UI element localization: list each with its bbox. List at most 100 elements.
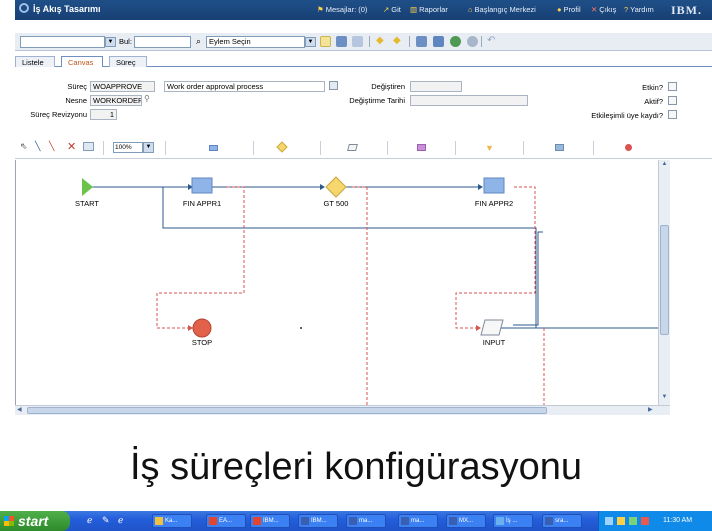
scroll-left-icon[interactable]: ◀ — [17, 406, 22, 413]
tray-icon — [629, 517, 637, 525]
vertical-scrollbar[interactable]: ▲ ▼ — [658, 160, 670, 405]
input-node — [480, 319, 504, 336]
input-node-icon[interactable] — [347, 144, 358, 151]
subprocess-node-icon[interactable]: ▼ — [485, 143, 494, 153]
condition-node-icon[interactable] — [276, 141, 288, 153]
revision-field[interactable]: 1 — [90, 109, 117, 120]
system-tray: 11:30 AM — [598, 511, 712, 531]
taskbar-item[interactable]: IBM... — [298, 514, 338, 528]
deactivate-icon[interactable] — [467, 36, 478, 47]
gt500-node — [325, 176, 347, 198]
connector-input-loop — [513, 231, 543, 326]
changed-date-field[interactable] — [410, 95, 528, 106]
finappr2-node-label: FIN APPR2 — [474, 199, 514, 208]
process-form: Süreç WOAPPROVE Work order approval proc… — [15, 70, 712, 136]
validate-icon[interactable] — [433, 36, 444, 47]
process-description-field[interactable]: Work order approval process — [164, 81, 325, 92]
chevron-down-icon[interactable]: ▼ — [305, 37, 316, 47]
arrow-head — [476, 325, 481, 331]
scroll-right-icon[interactable]: ▶ — [648, 406, 653, 413]
tab-list[interactable]: Listele — [15, 56, 55, 67]
activate-icon[interactable] — [450, 36, 461, 47]
task-node-icon[interactable] — [209, 145, 218, 151]
taskbar-item[interactable]: ma... — [346, 514, 386, 528]
toolbar-divider — [409, 36, 410, 47]
logout-link[interactable]: ✕ Çıkış — [591, 5, 616, 14]
binoculars-icon[interactable]: ⌕ — [196, 36, 201, 47]
select-pointer-icon[interactable]: ⇖ — [20, 141, 28, 152]
chevron-down-icon[interactable]: ▼ — [105, 37, 116, 47]
scroll-down-icon[interactable]: ▼ — [660, 394, 669, 403]
interactive-checkbox[interactable] — [668, 110, 677, 119]
enabled-label: Etkin? — [642, 83, 663, 92]
changed-by-label: Değiştiren — [371, 82, 405, 91]
action-select[interactable]: Eylem Seçin — [206, 36, 305, 48]
arrow-right-icon[interactable]: ◆ — [393, 35, 401, 46]
windows-flag-icon — [4, 516, 14, 526]
grid-icon[interactable] — [416, 36, 427, 47]
interaction-node-icon[interactable] — [417, 144, 426, 151]
positive-line-icon[interactable]: ╲ — [35, 141, 40, 152]
undo-icon[interactable]: ↶ — [487, 35, 495, 46]
toolbar-divider — [369, 36, 370, 47]
quicklaunch-icon[interactable]: ℯ — [118, 515, 123, 526]
tab-process[interactable]: Süreç — [109, 56, 147, 67]
taskbar-item[interactable]: EA... — [206, 514, 246, 528]
clear-icon[interactable] — [352, 36, 363, 47]
doc-icon — [349, 517, 357, 525]
negative-line-icon[interactable]: ╲ — [49, 141, 54, 152]
input-node-label: INPUT — [482, 338, 506, 347]
tab-canvas[interactable]: Canvas — [61, 56, 103, 67]
palette-divider — [593, 141, 594, 155]
stop-node-icon[interactable] — [625, 144, 632, 151]
vertical-scroll-thumb[interactable] — [660, 225, 669, 335]
start-center-link[interactable]: ⌂ Başlangıç Merkezi — [468, 5, 536, 14]
palette-divider — [523, 141, 524, 155]
app-header: İş Akış Tasarımı ⚑ Mesajlar: (0) ↗ Git ▥ Ra… — [15, 0, 712, 20]
goto-link[interactable]: ↗ Git — [383, 5, 401, 14]
horizontal-scrollbar[interactable]: ◀ ▶ — [15, 405, 670, 415]
taskbar-item[interactable]: İş ... — [493, 514, 533, 528]
properties-icon[interactable] — [83, 142, 94, 151]
taskbar-item[interactable]: MX... — [446, 514, 486, 528]
toolbar-divider — [481, 36, 482, 47]
reports-link[interactable]: ▥ Raporlar — [410, 5, 448, 14]
object-field[interactable]: WORKORDER — [90, 95, 142, 106]
doc-icon — [449, 517, 457, 525]
new-icon[interactable] — [320, 36, 331, 47]
chevron-down-icon[interactable]: ▼ — [143, 142, 154, 153]
help-link[interactable]: ? Yardım — [624, 5, 654, 14]
taskbar-item[interactable]: Ka... — [152, 514, 192, 528]
taskbar-item[interactable]: IBM... — [250, 514, 290, 528]
zoom-select[interactable]: 100% — [113, 142, 143, 153]
palette-divider — [455, 141, 456, 155]
record-select[interactable] — [20, 36, 105, 48]
search-icon[interactable]: ⚲ — [144, 94, 150, 103]
enabled-checkbox[interactable] — [668, 82, 677, 91]
toolbar: ▼ Bul: ⌕ Eylem Seçin ▼ ◆ ◆ ↶ — [15, 33, 712, 51]
messages-link[interactable]: ⚑ Mesajlar: (0) — [317, 5, 367, 14]
palette-divider — [320, 141, 321, 155]
delete-icon[interactable]: ✕ — [67, 140, 76, 153]
quicklaunch-icon[interactable]: ✎ — [102, 515, 110, 526]
find-input[interactable] — [134, 36, 191, 48]
workflow-canvas[interactable]: START FIN APPR1 GT 500 FIN APPR2 STOP IN… — [15, 160, 670, 415]
node-palette: ⇖ ╲ ╲ ✕ 100% ▼ ▼ — [15, 139, 712, 159]
wait-node-icon[interactable] — [555, 144, 564, 151]
horizontal-scroll-thumb[interactable] — [27, 407, 547, 414]
changed-by-field[interactable] — [410, 81, 462, 92]
process-field[interactable]: WOAPPROVE — [90, 81, 155, 92]
active-checkbox[interactable] — [668, 96, 677, 105]
doc-icon — [401, 517, 409, 525]
taskbar-item[interactable]: ma... — [398, 514, 438, 528]
taskbar-item[interactable]: sra... — [542, 514, 582, 528]
quicklaunch-ie-icon[interactable]: ℯ — [87, 515, 92, 526]
finappr1-node — [191, 177, 213, 194]
scroll-up-icon[interactable]: ▲ — [660, 161, 669, 170]
home-icon: ⌂ — [468, 5, 473, 14]
arrow-head — [320, 184, 325, 190]
save-icon[interactable] — [336, 36, 347, 47]
arrow-left-icon[interactable]: ◆ — [376, 35, 384, 46]
profile-link[interactable]: ● Profil — [557, 5, 581, 14]
start-button[interactable]: start — [0, 511, 70, 531]
